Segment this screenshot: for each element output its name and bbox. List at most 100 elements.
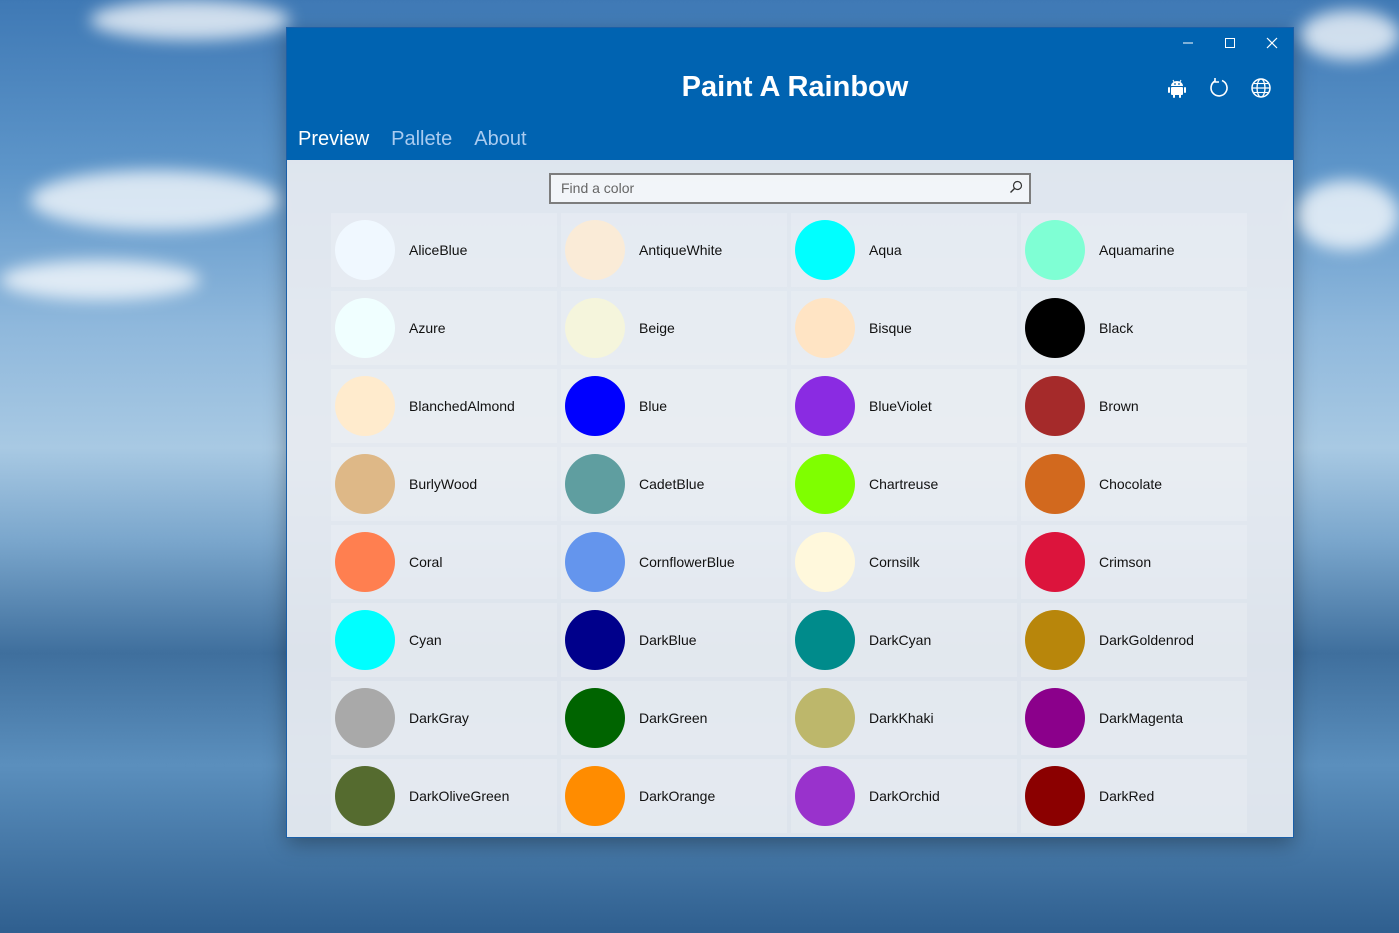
color-item[interactable]: Chartreuse: [791, 447, 1017, 521]
color-swatch: [1025, 454, 1085, 514]
background-cloud: [0, 260, 200, 300]
color-name: DarkKhaki: [869, 710, 934, 726]
color-item[interactable]: Azure: [331, 291, 557, 365]
close-icon: [1266, 37, 1278, 49]
tab-preview[interactable]: Preview: [298, 128, 369, 151]
color-name: AntiqueWhite: [639, 242, 723, 258]
color-swatch: [565, 298, 625, 358]
color-swatch: [565, 454, 625, 514]
color-item[interactable]: Brown: [1021, 369, 1247, 443]
color-item[interactable]: Coral: [331, 525, 557, 599]
color-item[interactable]: DarkGoldenrod: [1021, 603, 1247, 677]
color-item[interactable]: Black: [1021, 291, 1247, 365]
color-name: DarkOrange: [639, 788, 716, 804]
color-name: Chocolate: [1099, 476, 1163, 492]
color-swatch: [335, 766, 395, 826]
globe-button[interactable]: [1249, 76, 1273, 100]
android-button[interactable]: [1165, 76, 1189, 100]
color-item[interactable]: AntiqueWhite: [561, 213, 787, 287]
color-item[interactable]: BurlyWood: [331, 447, 557, 521]
color-swatch: [335, 610, 395, 670]
color-item[interactable]: Aqua: [791, 213, 1017, 287]
color-name: Blue: [639, 398, 668, 414]
color-item[interactable]: DarkOrchid: [791, 759, 1017, 833]
color-item[interactable]: Crimson: [1021, 525, 1247, 599]
close-button[interactable]: [1251, 28, 1293, 58]
color-swatch: [565, 610, 625, 670]
color-name: DarkCyan: [869, 632, 932, 648]
color-name: Brown: [1099, 398, 1139, 414]
background-cloud: [1300, 10, 1399, 60]
color-swatch: [795, 454, 855, 514]
color-swatch: [1025, 610, 1085, 670]
color-swatch: [335, 454, 395, 514]
color-item[interactable]: DarkBlue: [561, 603, 787, 677]
color-swatch: [795, 298, 855, 358]
refresh-button[interactable]: [1207, 76, 1231, 100]
color-name: Aqua: [869, 242, 902, 258]
color-item[interactable]: BlanchedAlmond: [331, 369, 557, 443]
maximize-button[interactable]: [1209, 28, 1251, 58]
color-swatch: [335, 532, 395, 592]
color-item[interactable]: DarkGreen: [561, 681, 787, 755]
color-item[interactable]: Chocolate: [1021, 447, 1247, 521]
color-name: Black: [1099, 320, 1134, 336]
color-item[interactable]: Bisque: [791, 291, 1017, 365]
minimize-icon: [1183, 42, 1193, 44]
color-name: DarkOrchid: [869, 788, 940, 804]
color-swatch: [795, 532, 855, 592]
color-item[interactable]: CornflowerBlue: [561, 525, 787, 599]
search-input[interactable]: Find a color: [561, 180, 634, 196]
color-name: DarkGray: [409, 710, 469, 726]
globe-icon: [1251, 78, 1271, 98]
app-title: Paint A Rainbow: [681, 71, 909, 103]
header-actions: [1165, 76, 1273, 100]
color-item[interactable]: DarkOrange: [561, 759, 787, 833]
color-swatch: [1025, 376, 1085, 436]
color-item[interactable]: Cornsilk: [791, 525, 1017, 599]
color-name: DarkOliveGreen: [409, 788, 510, 804]
color-item[interactable]: Cyan: [331, 603, 557, 677]
background-cloud: [90, 0, 290, 40]
color-item[interactable]: AliceBlue: [331, 213, 557, 287]
background-cloud: [30, 170, 280, 230]
color-item[interactable]: Aquamarine: [1021, 213, 1247, 287]
android-icon: [1168, 79, 1186, 98]
color-name: DarkGreen: [639, 710, 708, 726]
color-item[interactable]: DarkCyan: [791, 603, 1017, 677]
color-swatch: [795, 766, 855, 826]
color-item[interactable]: DarkOliveGreen: [331, 759, 557, 833]
color-swatch: [795, 220, 855, 280]
color-swatch: [1025, 766, 1085, 826]
color-item[interactable]: DarkKhaki: [791, 681, 1017, 755]
refresh-icon: [1210, 78, 1228, 97]
color-item[interactable]: DarkMagenta: [1021, 681, 1247, 755]
color-name: Azure: [409, 320, 446, 336]
color-item[interactable]: DarkGray: [331, 681, 557, 755]
color-item[interactable]: DarkRed: [1021, 759, 1247, 833]
maximize-icon: [1225, 38, 1235, 48]
color-swatch: [1025, 298, 1085, 358]
search-icon[interactable]: [1009, 180, 1023, 194]
color-name: Aquamarine: [1099, 242, 1175, 258]
color-name: DarkRed: [1099, 788, 1155, 804]
color-item[interactable]: Blue: [561, 369, 787, 443]
minimize-button[interactable]: [1167, 28, 1209, 58]
color-item[interactable]: CadetBlue: [561, 447, 787, 521]
color-swatch: [335, 688, 395, 748]
color-swatch: [335, 220, 395, 280]
color-item[interactable]: BlueViolet: [791, 369, 1017, 443]
color-name: Beige: [639, 320, 675, 336]
search-box[interactable]: Find a color: [549, 173, 1031, 204]
color-swatch: [1025, 688, 1085, 748]
color-name: DarkMagenta: [1099, 710, 1184, 726]
tab-pallete[interactable]: Pallete: [391, 128, 452, 151]
color-name: Bisque: [869, 320, 912, 336]
color-item[interactable]: Beige: [561, 291, 787, 365]
color-name: CornflowerBlue: [639, 554, 735, 570]
color-swatch: [795, 688, 855, 748]
color-swatch: [795, 610, 855, 670]
tab-about[interactable]: About: [474, 128, 526, 151]
app-header: Paint A Rainbow Preview Pallete About: [287, 28, 1293, 160]
color-swatch: [795, 376, 855, 436]
